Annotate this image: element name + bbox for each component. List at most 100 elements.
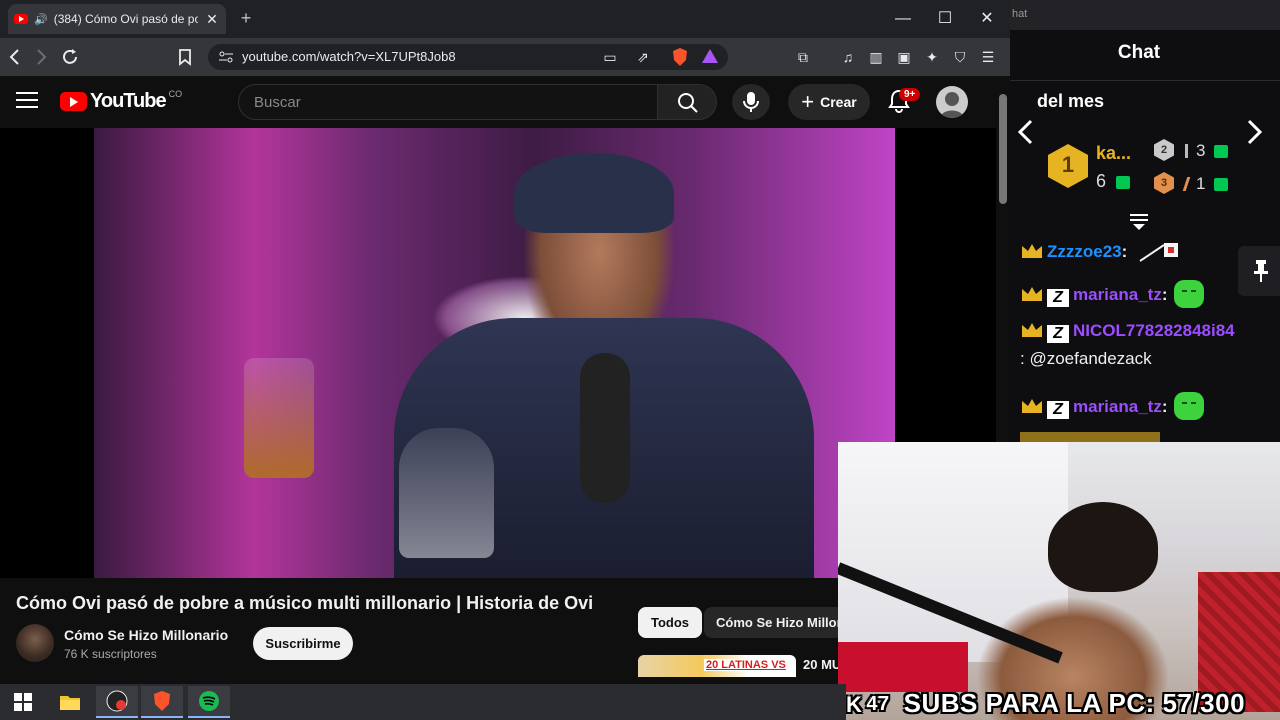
emote-icon xyxy=(1173,392,1204,420)
bookmark-button[interactable] xyxy=(174,46,196,68)
gift-icon xyxy=(1214,145,1228,158)
vpn-shield-icon[interactable]: ⛉ xyxy=(950,47,970,67)
rank-2-bar xyxy=(1185,144,1188,158)
z-badge-icon: Z xyxy=(1047,401,1069,419)
subs-goal-overlay: K 47 SUBS PARA LA PC: 57/300 xyxy=(846,688,1245,719)
wallet-icon[interactable]: ▣ xyxy=(894,47,914,67)
sidebar-icon[interactable]: ▥ xyxy=(866,47,886,67)
spotify-icon[interactable] xyxy=(188,686,230,718)
channel-avatar[interactable] xyxy=(16,624,54,662)
tab-bar: 🔊 (384) Cómo Ovi pasó de pobre a músico … xyxy=(0,0,1010,38)
crown-icon xyxy=(1022,287,1042,301)
create-button[interactable]: + Crear xyxy=(788,84,870,120)
new-tab-button[interactable]: + xyxy=(236,8,256,29)
chat-message: : @zoefandezack xyxy=(1020,349,1152,369)
chat-text: @zoefandezack xyxy=(1029,349,1152,368)
youtube-favicon-icon xyxy=(14,14,28,24)
kick-count: 47 xyxy=(866,693,890,715)
url-bar[interactable]: youtube.com/watch?v=XL7UPt8Job8 ▭ ⇗ xyxy=(208,44,728,70)
chevron-right-icon xyxy=(1247,119,1263,145)
youtube-logo[interactable]: YouTube CO xyxy=(60,88,183,113)
person-cap xyxy=(514,153,674,233)
chat-separator: : xyxy=(1020,349,1025,368)
chat-username[interactable]: mariana_tz xyxy=(1073,285,1162,304)
rank-1-count: 6 xyxy=(1096,171,1107,191)
brave-rewards-icon[interactable] xyxy=(700,47,720,67)
chip-all[interactable]: Todos xyxy=(638,607,703,638)
brave-shield-icon[interactable] xyxy=(670,47,690,67)
reload-icon xyxy=(63,49,77,64)
forward-button[interactable] xyxy=(30,46,52,68)
rank-1-name: ka... xyxy=(1096,143,1132,163)
reload-button[interactable] xyxy=(59,46,81,68)
share-icon[interactable]: ⇗ xyxy=(633,47,653,67)
z-badge-icon: Z xyxy=(1047,289,1069,307)
speaker-icon[interactable]: 🔊 xyxy=(34,13,48,26)
video-title: Cómo Ovi pasó de pobre a músico multi mi… xyxy=(16,593,594,613)
z-badge-icon: Z xyxy=(1047,325,1069,343)
search-box xyxy=(238,84,658,120)
pin-icon xyxy=(1254,260,1268,282)
obs-icon[interactable] xyxy=(96,686,138,718)
chat-username[interactable]: mariana_tz xyxy=(1073,397,1162,416)
close-window-button[interactable]: ✕ xyxy=(972,6,1002,32)
channel-subscribers: 76 K suscriptores xyxy=(64,647,157,661)
chat-username[interactable]: Zzzzoe23 xyxy=(1047,242,1122,261)
arrow-right-icon xyxy=(37,49,47,65)
chat-message: Z NICOL778282848i84 xyxy=(1020,321,1235,343)
rank-3-count: 1 xyxy=(1196,174,1206,193)
pin-button[interactable] xyxy=(1238,246,1280,296)
maximize-button[interactable]: ☐ xyxy=(930,6,960,32)
windows-start-icon[interactable] xyxy=(2,686,44,718)
kick-logo-icon: K xyxy=(846,692,863,717)
browser-tab[interactable]: 🔊 (384) Cómo Ovi pasó de pobre a músico … xyxy=(8,4,226,34)
youtube-header: YouTube CO + Crear xyxy=(0,76,1010,128)
scrollbar-thumb[interactable] xyxy=(999,94,1007,204)
account-avatar[interactable] xyxy=(936,86,968,118)
chat-panel: hat Chat del mes 1 ka... 6 2 3 3 1 Zzzzo… xyxy=(1010,0,1280,442)
search-input[interactable] xyxy=(239,85,657,119)
chat-separator: : xyxy=(1161,285,1168,304)
guide-menu-icon[interactable] xyxy=(16,92,38,110)
country-code: CO xyxy=(168,88,183,99)
chip-channel[interactable]: Cómo Se Hizo Millonario xyxy=(704,607,844,638)
file-explorer-icon[interactable] xyxy=(49,686,91,718)
leaderboard-prev-button[interactable] xyxy=(1016,118,1034,153)
chat-window-label: hat xyxy=(1012,8,1028,20)
chat-title: Chat xyxy=(1117,42,1161,63)
recommended-title[interactable]: 20 MU xyxy=(803,657,841,672)
chat-window-titlebar: hat xyxy=(1010,0,1280,30)
rank-3-bar xyxy=(1182,177,1191,191)
tab-close-icon[interactable]: ✕ xyxy=(204,11,220,28)
chat-message: Zmariana_tz: xyxy=(1020,280,1204,308)
music-icon[interactable]: ♫ xyxy=(838,47,858,67)
thumbnail-text: 20 LATINAS VS xyxy=(704,659,788,671)
drink-glass xyxy=(244,358,314,478)
cast-icon[interactable]: ▭ xyxy=(600,47,620,67)
chat-message: Zmariana_tz: xyxy=(1020,392,1204,420)
rank-2-count: 3 xyxy=(1196,141,1206,160)
youtube-logo-text: YouTube xyxy=(90,90,167,112)
collapse-leaderboard-icon[interactable] xyxy=(1128,212,1150,232)
windows-taskbar xyxy=(0,684,846,720)
subs-goal-text: SUBS PARA LA PC: 57/300 xyxy=(903,688,1246,718)
minimize-button[interactable]: — xyxy=(888,6,918,32)
brave-browser-icon[interactable] xyxy=(141,686,183,718)
url-text: youtube.com/watch?v=XL7UPt8Job8 xyxy=(242,49,456,64)
chat-divider xyxy=(1010,80,1280,81)
rank-1-number: 1 xyxy=(1061,152,1075,177)
chat-username[interactable]: NICOL778282848i84 xyxy=(1073,321,1235,340)
leaderboard-next-button[interactable] xyxy=(1246,118,1264,153)
search-button[interactable] xyxy=(657,84,717,120)
tab-search-icon[interactable]: ⧉ xyxy=(793,47,813,67)
leo-ai-icon[interactable]: ✦ xyxy=(922,47,942,67)
plus-icon: + xyxy=(801,89,815,114)
site-settings-icon[interactable] xyxy=(218,50,234,64)
subscribe-button[interactable]: Suscribirme xyxy=(253,627,353,660)
search-icon xyxy=(678,93,698,113)
menu-icon[interactable]: ☰ xyxy=(978,47,998,67)
back-button[interactable] xyxy=(4,46,26,68)
channel-name[interactable]: Cómo Se Hizo Millonario xyxy=(64,627,228,643)
voice-search-button[interactable] xyxy=(732,84,770,120)
video-frame[interactable] xyxy=(94,128,895,578)
